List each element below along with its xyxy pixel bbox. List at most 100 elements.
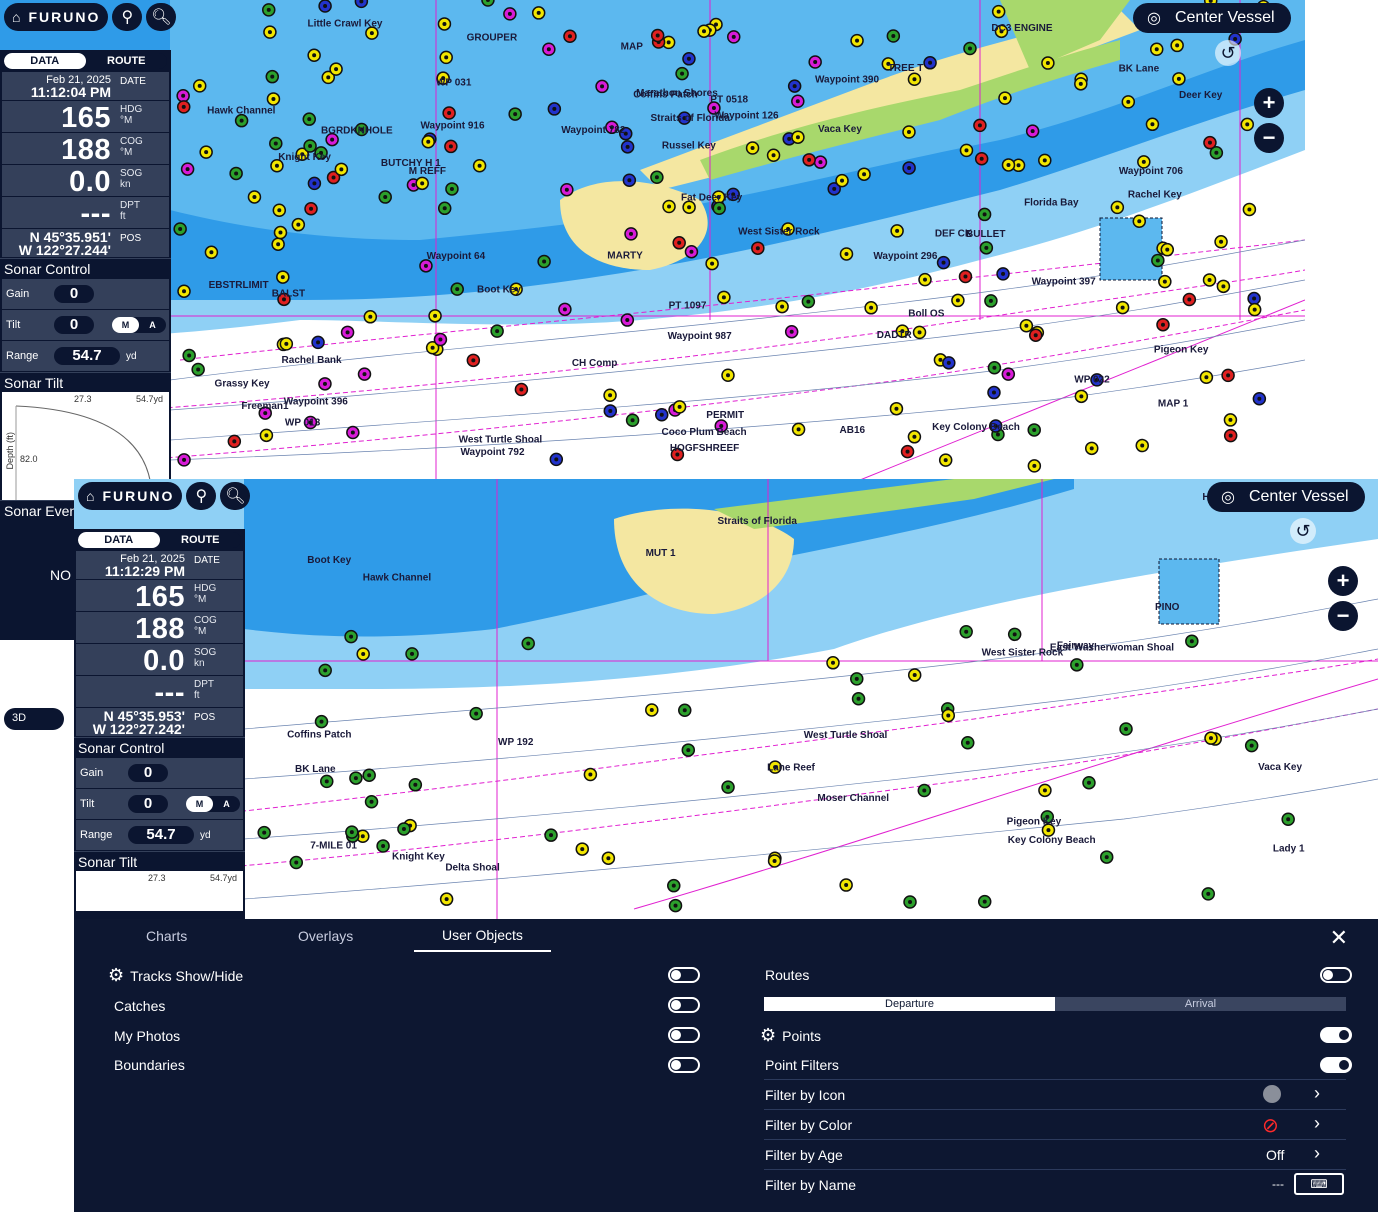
point-filters-toggle[interactable]	[1320, 1057, 1352, 1073]
gear-icon[interactable]: ⚙	[760, 1025, 776, 1046]
gain-label: Gain	[6, 288, 30, 300]
waypoint-marker-dot	[1155, 258, 1160, 263]
waypoint-marker-dot	[912, 434, 917, 439]
zoom-out-button[interactable]: −	[1254, 123, 1284, 153]
waypoint-marker-dot	[1042, 158, 1047, 163]
waypoint-marker-dot	[907, 165, 912, 170]
waypoint-marker-dot	[360, 834, 365, 839]
waypoint-marker-dot	[1252, 296, 1257, 301]
boundaries-toggle[interactable]	[668, 1057, 700, 1073]
zoom-in-button-2[interactable]: +	[1328, 566, 1358, 596]
waypoint-marker-dot	[1228, 433, 1233, 438]
map-pin-icon: ⚲	[195, 488, 208, 505]
filter-name-row[interactable]: Filter by Name	[765, 1177, 856, 1193]
dpt-label: DPT	[194, 679, 214, 690]
chart-label: Knight Key	[392, 851, 445, 862]
catches-toggle[interactable]	[668, 997, 700, 1013]
waypoint-marker-dot	[447, 111, 452, 116]
waypoint-marker-dot	[1245, 122, 1250, 127]
waypoint-marker-dot	[1257, 396, 1262, 401]
waypoint-marker-dot	[546, 47, 551, 52]
points-toggle[interactable]	[1320, 1027, 1352, 1043]
waypoint-marker-dot	[296, 222, 301, 227]
range-value[interactable]: 54.7	[54, 347, 120, 365]
tilt-mode-toggle[interactable]: M A	[186, 796, 240, 812]
waypoint-marker-dot	[187, 353, 192, 358]
tab-route[interactable]: ROUTE	[86, 53, 168, 69]
filter-age-row[interactable]: Filter by Age	[765, 1147, 843, 1163]
waypoint-marker-dot	[369, 799, 374, 804]
waypoint-marker-dot	[943, 458, 948, 463]
tab-charts[interactable]: Charts	[146, 928, 187, 944]
home-button-2[interactable]: ⌂ FURUNO	[78, 482, 183, 510]
mode-manual[interactable]: M	[186, 796, 213, 812]
waypoint-marker-dot	[448, 144, 453, 149]
waypoint-marker-dot	[654, 175, 659, 180]
waypoint-marker-dot	[239, 118, 244, 123]
gain-value[interactable]: 0	[54, 285, 94, 303]
waypoint-marker-dot	[1249, 743, 1254, 748]
waypoint-marker-dot	[992, 365, 997, 370]
zoom-out-button-2[interactable]: −	[1328, 601, 1358, 631]
chevron-right-icon[interactable]: ›	[1314, 1113, 1320, 1134]
search-button[interactable]: 🔍︎	[146, 3, 177, 31]
tab-user-objects[interactable]: User Objects	[414, 927, 551, 952]
waypoint-marker-dot	[792, 84, 797, 89]
mode-auto[interactable]: A	[139, 317, 166, 333]
arrival-option[interactable]: Arrival	[1055, 997, 1346, 1011]
keyboard-button[interactable]: ⌨	[1294, 1173, 1344, 1195]
tab-route[interactable]: ROUTE	[160, 532, 242, 548]
waypoint-marker-dot	[1045, 61, 1050, 66]
panel-tabs-2: DATA ROUTE	[78, 532, 241, 548]
chart-label: West Turtle Shoal	[459, 435, 543, 446]
tracks-toggle[interactable]	[668, 967, 700, 983]
chart-label: Boot Key	[307, 555, 351, 566]
waypoint-button[interactable]: ⚲	[112, 3, 143, 31]
tilt-mode-toggle[interactable]: M A	[112, 317, 166, 333]
tilt-value[interactable]: 0	[128, 795, 168, 813]
waypoint-button-2[interactable]: ⚲	[186, 482, 217, 510]
gear-icon[interactable]: ⚙	[108, 965, 124, 986]
chevron-right-icon[interactable]: ›	[1314, 1083, 1320, 1104]
hdg-value: 165	[135, 581, 185, 613]
waypoint-marker-dot	[912, 77, 917, 82]
panel-tabs: DATA ROUTE	[4, 53, 167, 69]
filter-icon-label: Filter by Icon	[765, 1087, 846, 1103]
sonar-tilt-title: Sonar Tilt	[0, 372, 171, 392]
chart-label: AB16	[840, 425, 866, 436]
waypoint-marker-dot	[1120, 305, 1125, 310]
chart-label: Key Colony Beach	[1008, 835, 1096, 846]
tab-data[interactable]: DATA	[78, 532, 160, 548]
cog-value: 188	[61, 134, 111, 166]
routes-toggle[interactable]	[1320, 967, 1352, 983]
filter-color-row[interactable]: Filter by Color	[765, 1117, 852, 1133]
center-vessel-button[interactable]: ◎ Center Vessel	[1133, 3, 1291, 33]
range-value[interactable]: 54.7	[128, 826, 194, 844]
chart-label: Fairway	[1057, 641, 1095, 652]
waypoint-marker-dot	[197, 83, 202, 88]
mode-auto[interactable]: A	[213, 796, 240, 812]
waypoint-marker-dot	[1150, 122, 1155, 127]
gain-value[interactable]: 0	[128, 764, 168, 782]
waypoint-marker-dot	[278, 230, 283, 235]
waypoint-marker-dot	[606, 856, 611, 861]
view-3d-button[interactable]: 3D	[4, 708, 64, 730]
tab-data[interactable]: DATA	[4, 53, 86, 69]
tab-overlays[interactable]: Overlays	[298, 928, 353, 944]
rotate-chart-button[interactable]: ↺	[1215, 40, 1241, 66]
departure-option[interactable]: Departure	[764, 997, 1055, 1011]
chevron-right-icon[interactable]: ›	[1314, 1143, 1320, 1164]
chart-label: PT 1097	[669, 301, 707, 312]
close-drawer-button[interactable]: ✕	[1330, 925, 1348, 951]
waypoint-marker-dot	[1252, 307, 1257, 312]
zoom-in-button[interactable]: +	[1254, 88, 1284, 118]
center-vessel-button-2[interactable]: ◎ Center Vessel	[1207, 482, 1365, 512]
rotate-chart-button-2[interactable]: ↺	[1290, 518, 1316, 544]
photos-toggle[interactable]	[668, 1027, 700, 1043]
tilt-value[interactable]: 0	[54, 316, 94, 334]
filter-icon-row[interactable]: Filter by Icon	[765, 1087, 845, 1103]
mode-manual[interactable]: M	[112, 317, 139, 333]
home-button[interactable]: ⌂ FURUNO	[4, 3, 109, 31]
waypoint-marker-dot	[717, 206, 722, 211]
search-button-2[interactable]: 🔍︎	[220, 482, 251, 510]
